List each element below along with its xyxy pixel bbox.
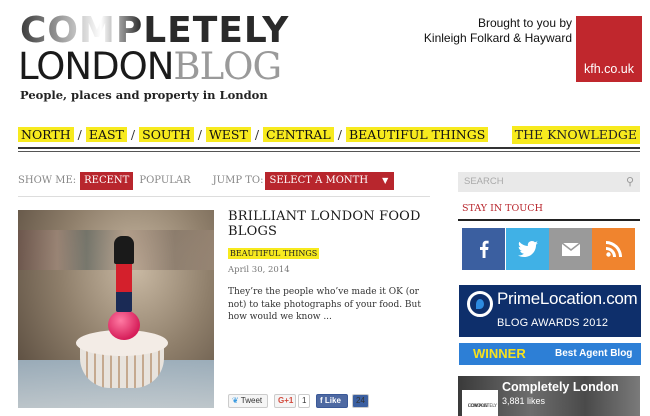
facebook-like-button[interactable]: f Like bbox=[316, 394, 348, 408]
nav-separator: / bbox=[337, 127, 342, 142]
twitter-icon[interactable] bbox=[506, 228, 549, 270]
search-icon[interactable]: ⚲ bbox=[626, 172, 634, 192]
email-icon[interactable] bbox=[549, 228, 592, 270]
primelocation-award-banner[interactable]: PrimeLocation.com BLOG AWARDS 2012 bbox=[459, 285, 641, 337]
sponsor-credit: Brought to you by Kinleigh Folkard & Hay… bbox=[424, 16, 572, 46]
post-thumbnail[interactable] bbox=[18, 210, 214, 408]
filter-divider bbox=[18, 196, 430, 197]
avatar-text-2: LONDON bbox=[468, 404, 488, 409]
search-placeholder: SEARCH bbox=[464, 176, 504, 187]
main-nav: NORTH / EAST / SOUTH / WEST / CENTRAL / BEAUTIFUL … bbox=[18, 126, 640, 144]
nav-item-central[interactable]: CENTRAL bbox=[263, 127, 334, 142]
primelocation-pin-icon bbox=[467, 291, 493, 317]
page-avatar: COMPLETELY LONDON bbox=[462, 390, 498, 416]
nav-item-north[interactable]: NORTH bbox=[18, 127, 74, 142]
twitter-bird-icon: ❦ bbox=[232, 396, 239, 405]
nav-item-the-knowledge[interactable]: THE KNOWLEDGE bbox=[511, 126, 640, 144]
nav-item-beautiful-things[interactable]: BEAUTIFUL THINGS bbox=[345, 127, 489, 142]
winner-label: WINNER bbox=[473, 346, 526, 361]
post-filters: SHOW ME: RECENT POPULAR JUMP TO: SELECT A MO… bbox=[18, 172, 438, 190]
filter-recent-button[interactable]: RECENT bbox=[80, 172, 134, 190]
search-input[interactable]: SEARCH ⚲ bbox=[458, 172, 640, 192]
stay-in-touch-heading: STAY IN TOUCH bbox=[462, 203, 543, 214]
google-plus-count: 1 bbox=[298, 394, 311, 408]
month-select[interactable]: SELECT A MONTH ▼ bbox=[265, 172, 395, 190]
sponsor-line-2: Kinleigh Folkard & Hayward bbox=[423, 31, 572, 45]
like-label: Like bbox=[324, 396, 341, 405]
facebook-like-total: 3,881 likes bbox=[502, 396, 546, 406]
tweet-label: Tweet bbox=[240, 396, 263, 405]
nav-divider-thin bbox=[18, 151, 640, 152]
nav-divider bbox=[18, 147, 640, 149]
site-logo[interactable]: LONDONBLOG bbox=[18, 45, 282, 88]
filter-popular-button[interactable]: POPULAR bbox=[139, 172, 190, 190]
facebook-like-count: 24 bbox=[352, 394, 369, 408]
rss-icon[interactable] bbox=[592, 228, 635, 270]
caret-down-icon: ▼ bbox=[382, 176, 389, 185]
post-category-tag[interactable]: BEAUTIFUL THINGS bbox=[228, 248, 320, 259]
facebook-f-icon: f bbox=[320, 396, 323, 405]
nav-separator: / bbox=[254, 127, 260, 142]
nav-separator: / bbox=[197, 127, 202, 142]
site-tagline: People, places and property in London bbox=[20, 88, 268, 102]
show-me-label: SHOW ME: bbox=[18, 175, 77, 186]
blog-awards-label: BLOG AWARDS 2012 bbox=[497, 317, 609, 329]
facebook-icon[interactable] bbox=[462, 228, 505, 270]
award-winner-strip[interactable]: WINNER Best Agent Blog bbox=[459, 343, 641, 365]
nav-separator: / bbox=[77, 127, 82, 142]
post-excerpt: They’re the people who’ve made it OK (or… bbox=[228, 287, 421, 322]
google-plus-button[interactable]: G+1 bbox=[274, 394, 296, 408]
stay-in-touch-divider bbox=[458, 219, 640, 221]
kfh-logo-link[interactable]: kfh.co.uk bbox=[576, 16, 642, 82]
primelocation-brand: PrimeLocation.com bbox=[497, 289, 638, 308]
tweet-button[interactable]: ❦ Tweet bbox=[228, 394, 268, 408]
post-title-link[interactable]: BRILLIANT LONDON FOOD BLOGS bbox=[228, 209, 428, 239]
nav-item-west[interactable]: WEST bbox=[205, 127, 251, 142]
facebook-page-name[interactable]: Completely London bbox=[502, 380, 619, 394]
best-agent-blog-label: Best Agent Blog bbox=[555, 348, 633, 359]
nav-item-south[interactable]: SOUTH bbox=[139, 127, 194, 142]
logo-london: LONDON bbox=[18, 45, 174, 88]
sponsor-line-1: Brought to you by bbox=[477, 16, 572, 30]
nav-separator: / bbox=[130, 127, 136, 142]
logo-blog: BLOG bbox=[173, 45, 282, 88]
post-date: April 30, 2014 bbox=[228, 265, 290, 275]
jump-to-label: JUMP TO: bbox=[212, 175, 264, 186]
month-select-label: SELECT A MONTH bbox=[269, 175, 369, 186]
nav-item-east[interactable]: EAST bbox=[85, 127, 127, 142]
facebook-page-widget[interactable]: COMPLETELY LONDON Completely London 3,881… bbox=[458, 376, 640, 416]
